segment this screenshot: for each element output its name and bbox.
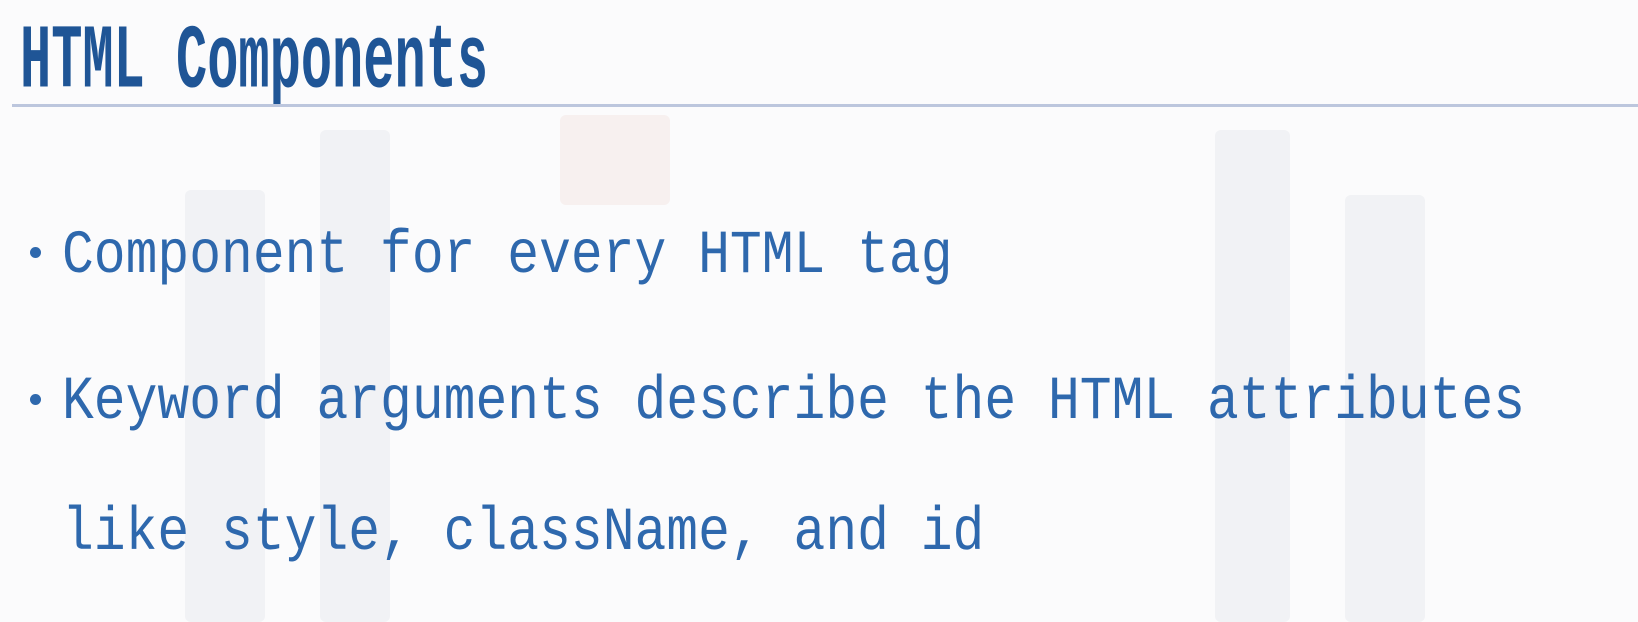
bullet-text: Keyword arguments describe the HTML attr…: [62, 367, 1526, 437]
bullet-dot: [30, 394, 41, 405]
bullet-text: Component for every HTML tag: [62, 221, 953, 291]
background-shape: [560, 115, 670, 205]
title-divider: [12, 104, 1638, 107]
slide-title: HTML Components: [20, 11, 489, 115]
bullet-text-continuation: like style, className, and id: [62, 498, 985, 568]
bullet-dot: [30, 247, 41, 258]
